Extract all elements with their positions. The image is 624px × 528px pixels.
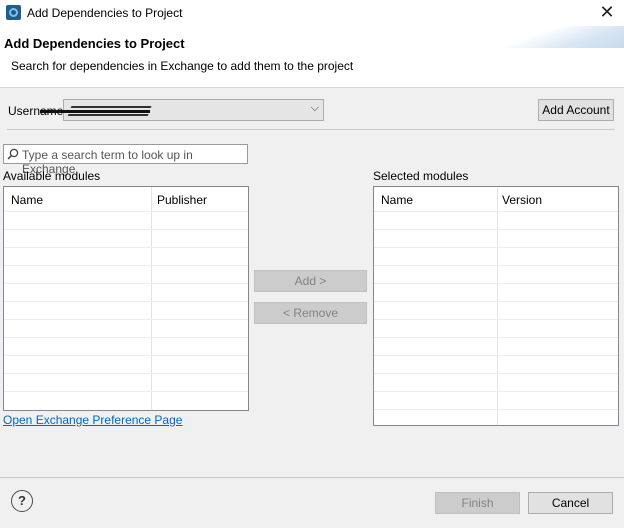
available-modules-table[interactable]: Name Publisher — [3, 186, 249, 411]
table-row — [4, 373, 248, 374]
column-header-publisher[interactable]: Publisher — [157, 193, 207, 207]
table-header: Name Version — [374, 187, 618, 211]
table-row — [374, 373, 618, 374]
table-row — [4, 211, 248, 212]
column-divider — [151, 187, 152, 410]
selected-modules-label: Selected modules — [373, 169, 469, 183]
table-row — [4, 391, 248, 392]
table-row — [374, 265, 618, 266]
search-input[interactable]: Type a search term to look up in Exchang… — [3, 144, 248, 176]
table-row — [4, 265, 248, 266]
title-bar: Add Dependencies to Project ✕ — [0, 0, 624, 26]
table-row — [374, 391, 618, 392]
chevron-down-icon: ⌵ — [310, 102, 319, 114]
column-header-name[interactable]: Name — [381, 193, 413, 207]
table-row — [374, 409, 618, 410]
table-row — [4, 301, 248, 302]
app-icon — [6, 5, 21, 20]
table-row — [374, 337, 618, 338]
column-header-version[interactable]: Version — [502, 193, 542, 207]
finish-button[interactable]: Finish — [435, 492, 520, 514]
column-header-name[interactable]: Name — [11, 193, 43, 207]
column-divider — [497, 187, 498, 425]
table-row — [374, 319, 618, 320]
table-header: Name Publisher — [4, 187, 248, 211]
table-row — [4, 355, 248, 356]
table-row — [4, 283, 248, 284]
table-row — [374, 355, 618, 356]
cancel-button[interactable]: Cancel — [528, 492, 613, 514]
remove-button[interactable]: < Remove — [254, 302, 367, 324]
table-row — [4, 229, 248, 230]
dialog-subtitle: Search for dependencies in Exchange to a… — [11, 59, 354, 73]
available-modules-label: Available modules — [3, 169, 101, 183]
search-icon — [7, 148, 19, 160]
table-row — [4, 247, 248, 248]
table-row — [4, 337, 248, 338]
header-banner-graphic — [474, 26, 624, 48]
divider — [7, 129, 615, 130]
table-row — [374, 247, 618, 248]
add-button[interactable]: Add > — [254, 270, 367, 292]
table-row — [4, 319, 248, 320]
table-row — [374, 211, 618, 212]
dialog-body: Username ⌵ Add Account Type a search ter… — [0, 88, 624, 528]
close-icon[interactable]: ✕ — [598, 2, 616, 22]
selected-modules-table[interactable]: Name Version — [373, 186, 619, 426]
dialog-header: Add Dependencies to Project Search for d… — [0, 26, 624, 88]
add-account-button[interactable]: Add Account — [538, 99, 614, 121]
footer-divider — [0, 477, 624, 478]
table-row — [374, 301, 618, 302]
redaction-mark — [40, 110, 150, 113]
exchange-preferences-link[interactable]: Open Exchange Preference Page — [3, 413, 182, 427]
window-title: Add Dependencies to Project — [27, 6, 183, 20]
help-icon[interactable]: ? — [11, 490, 33, 512]
dialog-title: Add Dependencies to Project — [4, 36, 185, 51]
table-row — [374, 229, 618, 230]
table-row — [374, 283, 618, 284]
